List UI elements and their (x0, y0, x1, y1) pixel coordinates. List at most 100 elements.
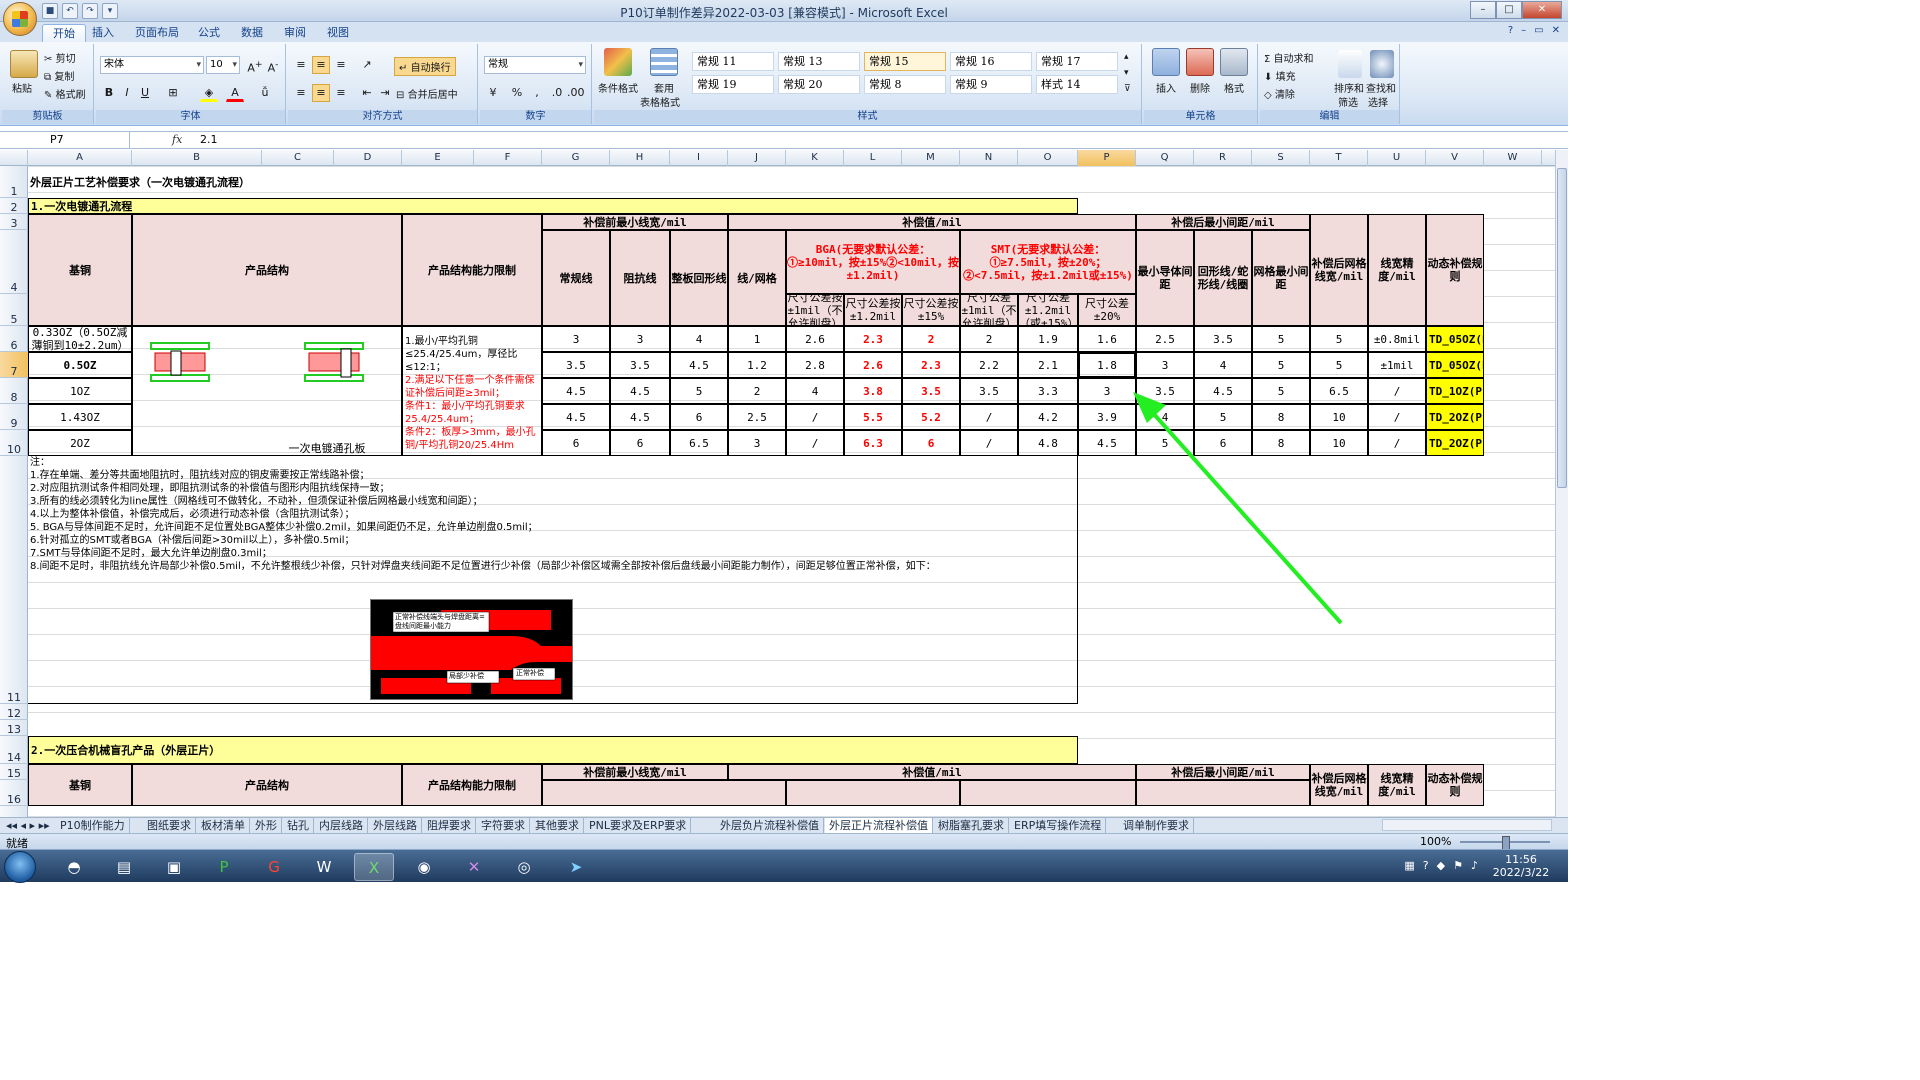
autosum-button[interactable]: Σ 自动求和 (1264, 50, 1314, 65)
active-cell-p7[interactable]: 1.8 (1078, 352, 1136, 378)
data-cell[interactable]: 5 (670, 378, 728, 404)
header-post-mesh-width-2[interactable]: 补偿后网格线宽/mil (1310, 764, 1368, 806)
sheet-tab[interactable]: 阻焊要求 (423, 818, 476, 833)
header-line-mesh[interactable]: 线/网格 (728, 230, 786, 326)
styles-scroll-down-icon[interactable]: ▾ (1124, 68, 1129, 78)
header-impedance[interactable]: 阻抗线 (610, 230, 670, 326)
data-cell[interactable]: 2.6 (844, 352, 902, 378)
conditional-format-button[interactable]: 条件格式 (598, 80, 638, 95)
sheet-tab[interactable]: 钻孔 (283, 818, 314, 833)
data-cell[interactable]: / (960, 404, 1018, 430)
bold-button[interactable]: B (100, 84, 118, 102)
style-cell[interactable]: 常规 8 (864, 75, 946, 94)
style-cell[interactable]: 常规 9 (950, 75, 1032, 94)
font-color-button[interactable]: A (226, 84, 244, 102)
fill-button[interactable]: ⬇ 填充 (1264, 68, 1296, 83)
sort-filter-icon[interactable] (1338, 50, 1362, 78)
data-cell[interactable]: 3.5 (1194, 326, 1252, 352)
number-format-select[interactable]: 常规 (484, 56, 586, 74)
formula-input[interactable]: 2.1 (200, 132, 218, 149)
align-middle-button[interactable]: ≡ (312, 56, 330, 74)
column-header-f[interactable]: F (474, 150, 542, 166)
underline-button[interactable]: U (136, 84, 154, 102)
data-cell[interactable]: 1.2 (728, 352, 786, 378)
insert-cells-icon[interactable] (1152, 48, 1180, 76)
data-cell[interactable]: 8 (1252, 404, 1310, 430)
italic-button[interactable]: I (118, 84, 136, 102)
row-header-5[interactable]: 5 (0, 294, 28, 326)
header-whole-ring[interactable]: 整板回形线 (670, 230, 728, 326)
grow-font-button[interactable]: A+ (246, 56, 264, 75)
wrap-text-button[interactable]: ↵ 自动换行 (394, 57, 456, 76)
data-cell[interactable]: 3.9 (1078, 404, 1136, 430)
sheet-tab[interactable]: 字符要求 (477, 818, 530, 833)
sheet-tab[interactable]: 板材清单 (197, 818, 250, 833)
taskbar-viewer-icon[interactable]: ◎ (504, 853, 544, 881)
styles-scroll-up-icon[interactable]: ▴ (1124, 52, 1129, 62)
data-cell[interactable]: 6 (670, 404, 728, 430)
data-cell[interactable]: 3.5 (960, 378, 1018, 404)
data-cell[interactable]: 4.5 (610, 404, 670, 430)
ribbon-close-icon[interactable]: ✕ (1552, 25, 1560, 36)
data-cell[interactable]: TD_2OZ(P10) (1426, 430, 1484, 456)
column-header-l[interactable]: L (844, 150, 902, 166)
header-ring-snake[interactable]: 回形线/蛇形线/线圈 (1194, 230, 1252, 326)
column-header-j[interactable]: J (728, 150, 786, 166)
column-header-a[interactable]: A (28, 150, 132, 166)
sheet-tab[interactable]: 树脂塞孔要求 (934, 818, 1009, 833)
sheet-tab[interactable]: PNL要求及ERP要求 (585, 818, 692, 833)
minimize-button[interactable]: – (1470, 1, 1496, 19)
table-format-label-2[interactable]: 表格格式 (640, 94, 680, 109)
data-cell[interactable]: 3.3 (1018, 378, 1078, 404)
increase-decimal-button[interactable]: .0 (548, 84, 566, 102)
tab-formulas[interactable]: 公式 (188, 24, 230, 42)
data-cell[interactable]: 2.2 (960, 352, 1018, 378)
data-cell[interactable]: 3 (542, 326, 610, 352)
tab-home[interactable]: 开始 (42, 24, 86, 42)
merge-center-button[interactable]: ⊟ 合并后居中 (396, 86, 458, 101)
base-copper-cell[interactable]: 0.33OZ（0.5OZ减薄铜到10±2.2um） (28, 326, 132, 352)
zoom-slider[interactable] (1460, 836, 1550, 850)
data-cell[interactable]: / (786, 404, 844, 430)
cut-button[interactable]: ✂ 剪切 (44, 50, 76, 65)
find-select-label-2[interactable]: 选择 (1368, 94, 1388, 109)
sheet-tab[interactable]: 内层线路 (315, 818, 368, 833)
tray-volume-icon[interactable]: ♪ (1471, 859, 1478, 872)
shrink-font-button[interactable]: A- (264, 56, 282, 75)
column-header-v[interactable]: V (1426, 150, 1484, 166)
header-min-width-pre[interactable]: 补偿前最小线宽/mil (542, 214, 728, 230)
data-cell[interactable]: 5 (1252, 378, 1310, 404)
taskbar-word-icon[interactable]: W (304, 853, 344, 881)
data-cell[interactable]: 5.5 (844, 404, 902, 430)
phonetic-button[interactable]: ǚ (256, 84, 274, 102)
column-header-b[interactable]: B (132, 150, 262, 166)
data-cell[interactable]: 1.9 (1018, 326, 1078, 352)
table-format-label-1[interactable]: 套用 (654, 80, 674, 95)
column-header-m[interactable]: M (902, 150, 960, 166)
data-cell[interactable]: 4.8 (1018, 430, 1078, 456)
data-cell[interactable]: 6.5 (670, 430, 728, 456)
styles-more-icon[interactable]: ⊽ (1124, 84, 1131, 94)
structure-image-cell[interactable]: 一次电镀通孔板 (132, 326, 402, 456)
data-cell[interactable]: 2.3 (902, 352, 960, 378)
taskbar-feather-icon[interactable]: ➤ (556, 853, 596, 881)
data-cell[interactable]: 2.3 (844, 326, 902, 352)
row-header-12[interactable]: 12 (0, 704, 28, 720)
style-cell[interactable]: 常规 17 (1036, 52, 1118, 71)
header-bga[interactable]: BGA(无要求默认公差：①≥10mil，按±15%②<10mil，按±1.2mi… (786, 230, 960, 294)
font-size-select[interactable]: 10 (206, 56, 240, 74)
conditional-format-icon[interactable] (604, 48, 632, 76)
tray-keyboard-icon[interactable]: ▦ (1404, 859, 1414, 872)
header-normal-line[interactable]: 常规线 (542, 230, 610, 326)
orientation-button[interactable]: ↗ (358, 56, 376, 74)
data-cell[interactable]: 2.5 (728, 404, 786, 430)
header-width-precision-2[interactable]: 线宽精度/mil (1368, 764, 1426, 806)
row-header-7[interactable]: 7 (0, 352, 28, 378)
header-comp-2[interactable]: 补偿值/mil (728, 764, 1136, 780)
zoom-level[interactable]: 100% (1420, 835, 1451, 848)
ribbon-restore-icon[interactable]: ▭ (1534, 25, 1543, 36)
row-header-10[interactable]: 10 (0, 430, 28, 456)
data-cell[interactable]: 4.5 (1078, 430, 1136, 456)
header-sub-2[interactable] (542, 780, 786, 806)
data-cell[interactable]: 5.2 (902, 404, 960, 430)
